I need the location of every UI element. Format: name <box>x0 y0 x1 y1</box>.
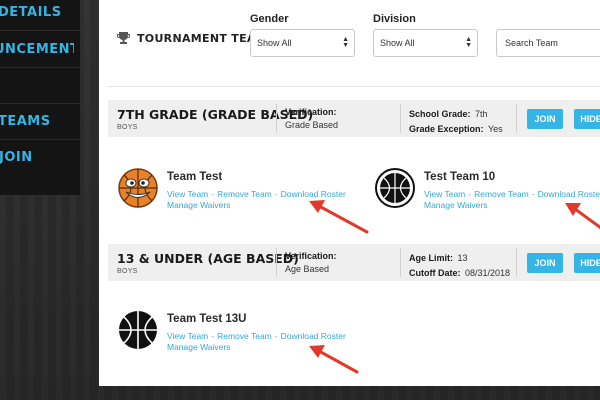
basketball-mascot-logo-icon <box>118 168 158 208</box>
verification-info: Verification: Age Based <box>285 250 337 276</box>
school-grade-label: School Grade: <box>409 109 471 119</box>
column-divider <box>400 104 401 133</box>
column-divider <box>516 248 517 277</box>
search-team-input[interactable]: Search Team <box>496 29 600 57</box>
division-header: 13 & UNDER (AGE BASED) BOYS Verification… <box>108 244 600 281</box>
division-name: 13 & UNDER (AGE BASED) <box>117 251 299 266</box>
tournament-teams-panel: TOURNAMENT TEAMS Gender Show All ▲ ▼ Divi… <box>99 0 600 386</box>
division-select-value: Show All <box>380 38 415 48</box>
annotation-arrow-icon <box>565 203 600 230</box>
download-roster-link[interactable]: Download Roster <box>281 331 346 341</box>
division-gender: BOYS <box>117 124 138 131</box>
basketball-logo-icon <box>119 311 157 349</box>
column-divider <box>516 104 517 133</box>
manage-waivers-link[interactable]: Manage Waivers <box>167 342 230 352</box>
age-limit-label: Age Limit: <box>409 253 453 263</box>
column-divider <box>276 248 277 277</box>
team-card: Team Test 13U View Team - Remove Team - Down… <box>117 309 346 354</box>
gender-select[interactable]: Show All ▲ ▼ <box>250 29 355 57</box>
panel-divider <box>107 86 600 87</box>
sidebar-item-announcements[interactable]: UNCEMENTS <box>0 42 74 57</box>
sidebar-divider <box>0 139 80 140</box>
grade-exception-value: Yes <box>487 124 503 134</box>
view-team-link[interactable]: View Team <box>424 189 465 199</box>
annotation-arrow-icon <box>309 345 359 374</box>
manage-waivers-link[interactable]: Manage Waivers <box>167 200 230 210</box>
join-button[interactable]: JOIN <box>527 109 563 129</box>
remove-team-link[interactable]: Remove Team <box>474 189 529 199</box>
cutoff-date-label: Cutoff Date: <box>409 268 461 278</box>
verification-info: Verification: Grade Based <box>285 106 338 132</box>
sidebar: DETAILS UNCEMENTS TEAMS JOIN <box>0 0 80 195</box>
basketball-circle-logo-icon <box>375 168 415 208</box>
team-card: Team Test View Team - Remove Team - Download… <box>117 167 346 212</box>
sidebar-divider <box>0 30 80 31</box>
sidebar-item-teams[interactable]: TEAMS <box>0 114 78 129</box>
sidebar-item-details[interactable]: DETAILS <box>0 5 78 20</box>
sidebar-divider <box>0 103 80 104</box>
division-requirements: School Grade: 7th Grade Exception: Yes <box>409 106 503 136</box>
view-team-link[interactable]: View Team <box>167 331 208 341</box>
verification-value: Grade Based <box>285 120 339 130</box>
manage-waivers-link[interactable]: Manage Waivers <box>424 200 487 210</box>
division-gender: BOYS <box>117 268 138 275</box>
team-name: Test Team 10 <box>424 171 496 183</box>
grade-exception-label: Grade Exception: <box>409 124 484 134</box>
school-grade-value: 7th <box>474 109 488 119</box>
sidebar-divider <box>0 67 80 68</box>
verification-value: Age Based <box>285 264 330 274</box>
gender-select-value: Show All <box>257 38 292 48</box>
verification-label: Verification: <box>285 107 337 117</box>
annotation-arrow-icon <box>309 200 369 234</box>
column-divider <box>400 248 401 277</box>
gender-filter-label: Gender <box>250 13 289 25</box>
division-header: 7TH GRADE (GRADE BASED) BOYS Verificatio… <box>108 100 600 137</box>
team-name: Team Test <box>167 171 223 183</box>
age-limit-value: 13 <box>457 253 468 263</box>
hide-button[interactable]: HIDE <box>574 109 600 129</box>
team-name: Team Test 13U <box>167 313 247 325</box>
remove-team-link[interactable]: Remove Team <box>217 331 272 341</box>
view-team-link[interactable]: View Team <box>167 189 208 199</box>
division-name: 7TH GRADE (GRADE BASED) <box>117 107 314 122</box>
verification-label: Verification: <box>285 251 337 261</box>
column-divider <box>276 104 277 133</box>
division-select[interactable]: Show All ▲ ▼ <box>373 29 478 57</box>
select-caret-icon: ▲ ▼ <box>342 36 349 49</box>
remove-team-link[interactable]: Remove Team <box>217 189 272 199</box>
division-filter-label: Division <box>373 13 416 25</box>
select-caret-icon: ▲ ▼ <box>465 36 472 49</box>
join-button[interactable]: JOIN <box>527 253 563 273</box>
division-requirements: Age Limit: 13 Cutoff Date: 08/31/2018 <box>409 250 510 280</box>
cutoff-date-value: 08/31/2018 <box>464 268 510 278</box>
hide-button[interactable]: HIDE <box>574 253 600 273</box>
trophy-icon <box>117 32 130 44</box>
sidebar-item-join[interactable]: JOIN <box>0 150 79 165</box>
